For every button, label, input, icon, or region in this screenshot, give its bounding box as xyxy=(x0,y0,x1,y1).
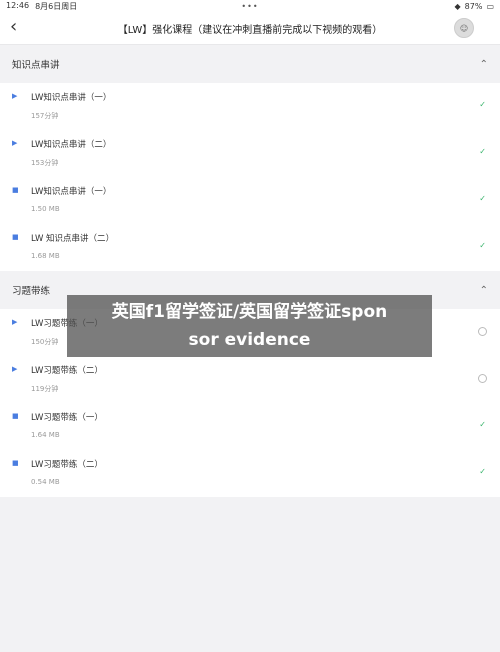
battery-icon: ▭ xyxy=(486,1,494,11)
folder-icon: ■ xyxy=(12,233,19,241)
list-item[interactable]: ▶ LW知识点串讲（二） 153分钟 ✓ xyxy=(0,130,500,177)
list-item[interactable]: ■ LW知识点串讲（一） 1.50 MB ✓ xyxy=(0,177,500,224)
list-item[interactable]: ▶ LW知识点串讲（一） 157分钟 ✓ xyxy=(0,83,500,130)
item-meta: 1.64 MB xyxy=(31,431,60,439)
chevron-up-icon[interactable]: ⌃ xyxy=(480,285,488,296)
status-date: 8月6日周日 xyxy=(35,1,78,11)
wifi-icon: ◆ xyxy=(454,1,461,11)
incomplete-circle-icon xyxy=(478,374,487,383)
folder-icon: ■ xyxy=(12,186,19,194)
list-item[interactable]: ▶ LW习题带练（二） 119分钟 xyxy=(0,356,500,403)
item-title: LW知识点串讲（一） xyxy=(31,93,112,103)
list-item[interactable]: ■ LW 知识点串讲（二） 1.68 MB ✓ xyxy=(0,224,500,271)
multitask-dots[interactable]: ••• xyxy=(241,2,258,11)
check-icon: ✓ xyxy=(479,100,486,109)
page-title: 【LW】强化课程（建议在冲刺直播前完成以下视频的观看） xyxy=(117,24,383,36)
item-meta: 1.50 MB xyxy=(31,205,60,213)
check-icon: ✓ xyxy=(479,467,486,476)
list-item[interactable]: ■ LW习题带练（二） 0.54 MB ✓ xyxy=(0,450,500,497)
banner-line-2: sor evidence xyxy=(188,330,311,350)
item-title: LW习题带练（二） xyxy=(31,366,103,376)
banner-line-1: 英国f1留学签证/英国留学签证spon xyxy=(111,302,388,322)
nav-bar: ‹ 【LW】强化课程（建议在冲刺直播前完成以下视频的观看） ☺ xyxy=(0,12,500,45)
video-icon: ▶ xyxy=(12,139,18,147)
item-meta: 0.54 MB xyxy=(31,478,60,486)
section-knowledge: 知识点串讲 ⌃ ▶ LW知识点串讲（一） 157分钟 ✓ ▶ LW知识点串讲（二… xyxy=(0,45,500,271)
check-icon: ✓ xyxy=(479,194,486,203)
item-meta: 157分钟 xyxy=(31,112,59,120)
check-icon: ✓ xyxy=(479,241,486,250)
check-icon: ✓ xyxy=(479,147,486,156)
folder-icon: ■ xyxy=(12,412,19,420)
section-header[interactable]: 知识点串讲 ⌃ xyxy=(0,45,500,83)
item-title: LW知识点串讲（二） xyxy=(31,140,112,150)
check-icon: ✓ xyxy=(479,420,486,429)
battery-percent: 87% xyxy=(464,1,483,11)
list-item[interactable]: ■ LW习题带练（一） 1.64 MB ✓ xyxy=(0,403,500,450)
chevron-up-icon[interactable]: ⌃ xyxy=(480,59,488,70)
video-icon: ▶ xyxy=(12,318,18,326)
watermark-banner: 英国f1留学签证/英国留学签证spon sor evidence xyxy=(67,295,432,357)
item-title: LW 知识点串讲（二） xyxy=(31,234,115,244)
folder-icon: ■ xyxy=(12,459,19,467)
status-time: 12:46 xyxy=(6,0,30,10)
item-meta: 119分钟 xyxy=(31,385,59,393)
item-title: LW知识点串讲（一） xyxy=(31,187,112,197)
video-icon: ▶ xyxy=(12,365,18,373)
item-meta: 1.68 MB xyxy=(31,252,60,260)
video-icon: ▶ xyxy=(12,92,18,100)
back-icon[interactable]: ‹ xyxy=(10,17,17,37)
item-meta: 153分钟 xyxy=(31,159,59,167)
incomplete-circle-icon xyxy=(478,327,487,336)
lesson-list: ▶ LW知识点串讲（一） 157分钟 ✓ ▶ LW知识点串讲（二） 153分钟 … xyxy=(0,83,500,271)
item-title: LW习题带练（一） xyxy=(31,413,103,423)
item-meta: 150分钟 xyxy=(31,338,59,346)
avatar[interactable]: ☺ xyxy=(454,18,474,38)
item-title: LW习题带练（二） xyxy=(31,460,103,470)
section-title: 知识点串讲 xyxy=(12,60,60,71)
section-title: 习题带练 xyxy=(12,286,51,297)
